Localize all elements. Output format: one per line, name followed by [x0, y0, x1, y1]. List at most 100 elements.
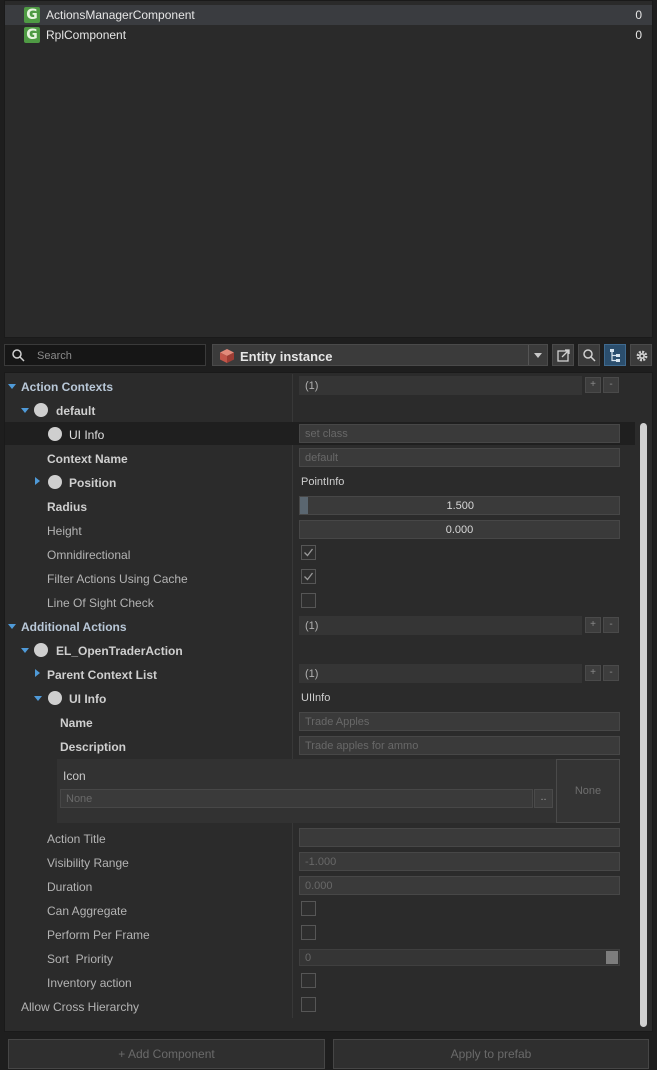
- gear-icon: [636, 350, 648, 362]
- entity-type-label: Entity instance: [240, 349, 333, 364]
- can-aggregate-checkbox[interactable]: [301, 901, 316, 916]
- height-field[interactable]: 0.000: [299, 520, 620, 539]
- omnidirectional-checkbox[interactable]: [301, 545, 316, 560]
- inventory-action-checkbox[interactable]: [301, 973, 316, 988]
- object-circle-icon: [48, 475, 62, 489]
- array-remove-button[interactable]: -: [603, 377, 619, 393]
- search-input[interactable]: [35, 347, 204, 365]
- visibility-range-field[interactable]: -1.000: [299, 852, 620, 871]
- duration-field[interactable]: 0.000: [299, 876, 620, 895]
- entity-cube-icon: [220, 349, 234, 363]
- array-remove-button[interactable]: -: [603, 665, 619, 681]
- object-circle-icon: [48, 691, 62, 705]
- omnidirectional-label: Omnidirectional: [47, 548, 131, 562]
- component-count: 0: [635, 8, 642, 22]
- position-label: Position: [69, 476, 117, 490]
- script-component-icon: G: [24, 27, 40, 43]
- can-aggregate-label: Can Aggregate: [47, 904, 128, 918]
- array-add-button[interactable]: +: [585, 377, 601, 393]
- component-name: RplComponent: [46, 28, 127, 42]
- icon-resource-input[interactable]: [60, 789, 533, 808]
- position-type-value: PointInfo: [301, 476, 345, 488]
- perform-per-frame-label: Perform Per Frame: [47, 928, 150, 942]
- expand-arrow-icon[interactable]: [21, 648, 29, 653]
- expand-arrow-icon[interactable]: [8, 624, 16, 629]
- action-title-field[interactable]: [299, 828, 620, 847]
- description-field[interactable]: Trade apples for ammo: [299, 736, 620, 755]
- array-add-button[interactable]: +: [585, 665, 601, 681]
- ui-info-label: UI Info: [69, 692, 107, 706]
- action-contexts-label: Action Contexts: [21, 380, 114, 394]
- expand-arrow-icon[interactable]: [8, 384, 16, 389]
- icon-label: Icon: [63, 769, 86, 783]
- name-field[interactable]: Trade Apples: [299, 712, 620, 731]
- collapse-arrow-icon[interactable]: [35, 669, 40, 677]
- additional-actions-array: (1): [299, 616, 582, 635]
- find-button[interactable]: [578, 344, 600, 366]
- hierarchy-tree-icon: [610, 349, 620, 362]
- component-row-actions-manager[interactable]: G ActionsManagerComponent 0: [5, 5, 652, 25]
- check-icon: [304, 572, 314, 581]
- properties-scrollbar[interactable]: [638, 423, 649, 1029]
- icon-browse-button[interactable]: ..: [534, 789, 553, 808]
- component-row-rpl[interactable]: G RplComponent 0: [5, 25, 652, 45]
- radius-slider[interactable]: 1.500: [299, 496, 620, 515]
- chevron-down-icon: [534, 353, 542, 358]
- context-name-label: Context Name: [47, 452, 128, 466]
- filter-actions-label: Filter Actions Using Cache: [47, 572, 188, 586]
- name-label: Name: [60, 716, 93, 730]
- line-of-sight-checkbox[interactable]: [301, 593, 316, 608]
- component-name: ActionsManagerComponent: [46, 8, 195, 22]
- array-add-button[interactable]: +: [585, 617, 601, 633]
- open-external-icon: [557, 349, 570, 362]
- collapse-arrow-icon[interactable]: [35, 477, 40, 485]
- object-circle-icon: [34, 643, 48, 657]
- object-circle-icon: [34, 403, 48, 417]
- expand-arrow-icon[interactable]: [21, 408, 29, 413]
- line-of-sight-label: Line Of Sight Check: [47, 596, 154, 610]
- settings-button[interactable]: [630, 344, 652, 366]
- search-icon: [583, 349, 596, 362]
- filter-actions-checkbox[interactable]: [301, 569, 316, 584]
- default-context-label: default: [56, 404, 96, 418]
- script-component-icon: G: [24, 7, 40, 23]
- radius-value: 1.500: [446, 500, 474, 512]
- ui-info-class-field[interactable]: set class: [299, 424, 620, 443]
- scrollbar-thumb[interactable]: [640, 423, 647, 1027]
- radius-slider-fill: [300, 497, 308, 514]
- action-contexts-array: (1): [299, 376, 582, 395]
- duration-label: Duration: [47, 880, 93, 894]
- search-icon: [12, 349, 25, 362]
- component-list-panel: G ActionsManagerComponent 0 G RplCompone…: [4, 0, 653, 338]
- dropdown-arrow[interactable]: [528, 345, 547, 365]
- parent-context-array: (1): [299, 664, 582, 683]
- array-remove-button[interactable]: -: [603, 617, 619, 633]
- component-count: 0: [635, 28, 642, 42]
- entity-type-dropdown[interactable]: Entity instance: [212, 344, 548, 366]
- trader-action-label: EL_OpenTraderAction: [56, 644, 183, 658]
- check-icon: [304, 548, 314, 557]
- radius-label: Radius: [47, 500, 88, 514]
- icon-preview[interactable]: None: [556, 759, 620, 823]
- add-component-button[interactable]: + Add Component: [8, 1039, 325, 1069]
- context-name-field[interactable]: default: [299, 448, 620, 467]
- allow-cross-hierarchy-label: Allow Cross Hierarchy: [21, 1000, 140, 1014]
- open-external-button[interactable]: [552, 344, 574, 366]
- action-title-label: Action Title: [47, 832, 106, 846]
- additional-actions-label: Additional Actions: [21, 620, 127, 634]
- ui-info-label: UI Info: [69, 428, 105, 442]
- visibility-range-label: Visibility Range: [47, 856, 129, 870]
- allow-cross-hierarchy-checkbox[interactable]: [301, 997, 316, 1012]
- parent-context-label: Parent Context List: [47, 668, 158, 682]
- hierarchy-view-button[interactable]: [604, 344, 626, 366]
- description-label: Description: [60, 740, 127, 754]
- slider-handle[interactable]: [606, 951, 618, 964]
- expand-arrow-icon[interactable]: [34, 696, 42, 701]
- perform-per-frame-checkbox[interactable]: [301, 925, 316, 940]
- sort-priority-value: 0: [305, 952, 312, 964]
- search-box[interactable]: [4, 344, 206, 366]
- sort-priority-slider[interactable]: 0: [299, 949, 620, 966]
- column-divider[interactable]: [292, 374, 293, 1018]
- apply-to-prefab-button[interactable]: Apply to prefab: [333, 1039, 649, 1069]
- ui-info-type-value: UIInfo: [301, 692, 331, 704]
